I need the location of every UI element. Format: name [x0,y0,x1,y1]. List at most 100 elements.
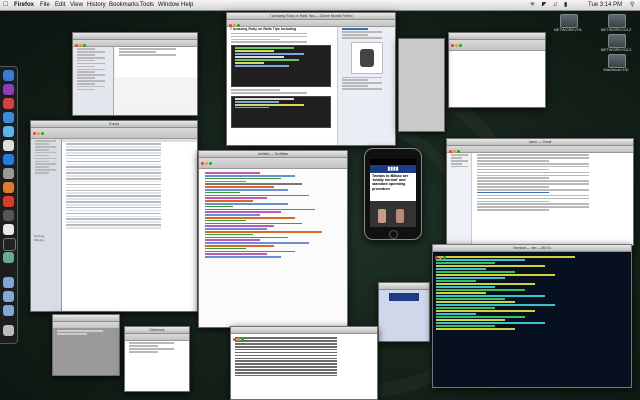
desktop-icon-label: Macintosh HD [603,67,629,72]
window-title: Terminal — vim — 80×24 [512,246,552,250]
iphone-screen[interactable]: ▮▮▮▮ Tweaks to Bilbao are 'totally norma… [370,159,416,227]
title-bar[interactable] [379,283,429,290]
ichat-icon[interactable] [3,154,14,165]
address-book-icon[interactable] [3,140,14,151]
title-bar[interactable]: iTunes [31,121,197,135]
wifi-icon[interactable]: ◤ [542,0,547,10]
preferences-window[interactable] [448,32,546,108]
itunes-icon[interactable] [3,84,14,95]
safari-icon[interactable] [3,126,14,137]
itunes-sidebar: Nothing Playing [31,139,62,311]
mail-sidebar [447,153,472,245]
title-bar[interactable] [449,33,545,47]
title-bar[interactable]: Inbox — Gmail [447,139,633,153]
title-bar[interactable]: Dictionary [125,327,189,334]
terminal-icon[interactable] [3,238,16,251]
menu-edit[interactable]: Edit [55,0,65,10]
terminal-window[interactable]: Terminal — vim — 80×24 [432,244,632,388]
title-bar[interactable]: Untitled — TextMate [199,151,347,165]
desktop-icon-label: NETWORKVOL [553,27,583,32]
menu-bar:  Firefox File Edit View History Bookmar… [0,0,640,11]
news-headline[interactable]: Tweaks to Bilbao are 'totally normal' an… [370,173,416,199]
title-bar[interactable] [73,33,197,47]
toolbar [449,40,545,51]
apple-menu-icon[interactable]:  [3,0,8,10]
finder-icon[interactable] [3,70,14,81]
disk-icon[interactable] [608,34,626,48]
news-photo [370,201,416,227]
preview-logo [389,293,419,301]
vlc-icon[interactable] [3,182,14,193]
bluetooth-icon[interactable]: ✳ [530,0,535,10]
textmate-icon[interactable] [3,210,14,221]
folder-icon[interactable] [3,305,14,316]
menu-view[interactable]: View [70,0,83,10]
textmate-window[interactable]: Untitled — TextMate [198,150,348,328]
toolbar [447,146,633,153]
document-window[interactable] [230,326,378,400]
folder-icon[interactable] [3,291,14,302]
title-bar[interactable] [53,315,119,322]
clock[interactable]: Tue 3:14 PM [588,0,622,10]
firefox-icon[interactable] [3,196,14,207]
menu-help[interactable]: Help [181,0,193,10]
utility-window[interactable] [52,314,120,376]
document-content [231,334,377,377]
window-title: Inbox — Gmail [528,140,552,144]
article-heading: 7 Amazing Ruby on Rails Tips Including [230,27,297,31]
disk-icon[interactable] [608,14,626,28]
now-playing-label: Playing [34,238,44,243]
toolbar [53,322,119,329]
folder-icon[interactable] [3,277,14,288]
toolbar [31,128,197,139]
toolbar [125,334,189,341]
home-button[interactable] [389,230,398,239]
code-editor[interactable] [205,171,343,327]
menu-tools[interactable]: Tools [140,0,154,10]
trash-icon[interactable] [3,325,14,336]
blank-window[interactable] [398,38,445,132]
window-title: Untitled — TextMate [257,152,289,156]
battery-icon[interactable]: ▮ [564,0,567,10]
finder-window[interactable] [72,32,198,116]
toolbar [199,158,347,169]
code-screenshot [231,45,331,88]
mail-window[interactable]: Inbox — Gmail [446,138,634,246]
track-list[interactable] [62,139,197,311]
terminal-content[interactable] [433,252,631,330]
x11-icon[interactable] [3,224,14,235]
spotlight-icon[interactable]: ⚲ [630,0,634,10]
sidebar-ad-image [350,41,383,74]
menu-bookmarks[interactable]: Bookmarks [109,0,139,10]
window-title: Dictionary [149,328,165,332]
mail-icon[interactable] [3,112,14,123]
volume-icon[interactable]: ♫ [553,0,558,10]
sidebar [337,27,395,145]
preview-icon[interactable] [3,168,14,179]
hard-drive-icon[interactable] [608,54,626,68]
window-title: 7 Amazing Ruby on Rails Tips — DZone Moz… [269,14,353,18]
disk-icon[interactable] [560,14,578,28]
toolbar [73,40,197,47]
window-title: iTunes [108,122,120,126]
browser-window[interactable]: 7 Amazing Ruby on Rails Tips — DZone Moz… [226,12,396,146]
desktop-icon-label: NETWORKVOL3 [600,47,632,52]
menu-window[interactable]: Window [158,0,179,10]
title-bar[interactable]: 7 Amazing Ruby on Rails Tips — DZone Moz… [227,13,395,27]
itunes-window[interactable]: iTunes Nothing Playing [30,120,198,312]
title-bar[interactable]: Terminal — vim — 80×24 [433,245,631,259]
menu-file[interactable]: File [40,0,50,10]
title-bar[interactable] [231,327,377,341]
toolbar [227,20,395,27]
dictionary-window[interactable]: Dictionary [124,326,190,392]
stickies-icon[interactable] [3,252,14,263]
calendar-icon[interactable] [3,98,14,109]
message-body [473,153,633,245]
preview-window[interactable] [378,282,430,342]
code-screenshot [231,95,331,128]
menu-app-name[interactable]: Firefox [14,0,34,10]
iphone-simulator[interactable]: ▮▮▮▮ Tweaks to Bilbao are 'totally norma… [364,148,422,240]
desktop-icon-label: NETWORKVOL2 [600,27,632,32]
dock [0,66,18,344]
menu-history[interactable]: History [87,0,106,10]
